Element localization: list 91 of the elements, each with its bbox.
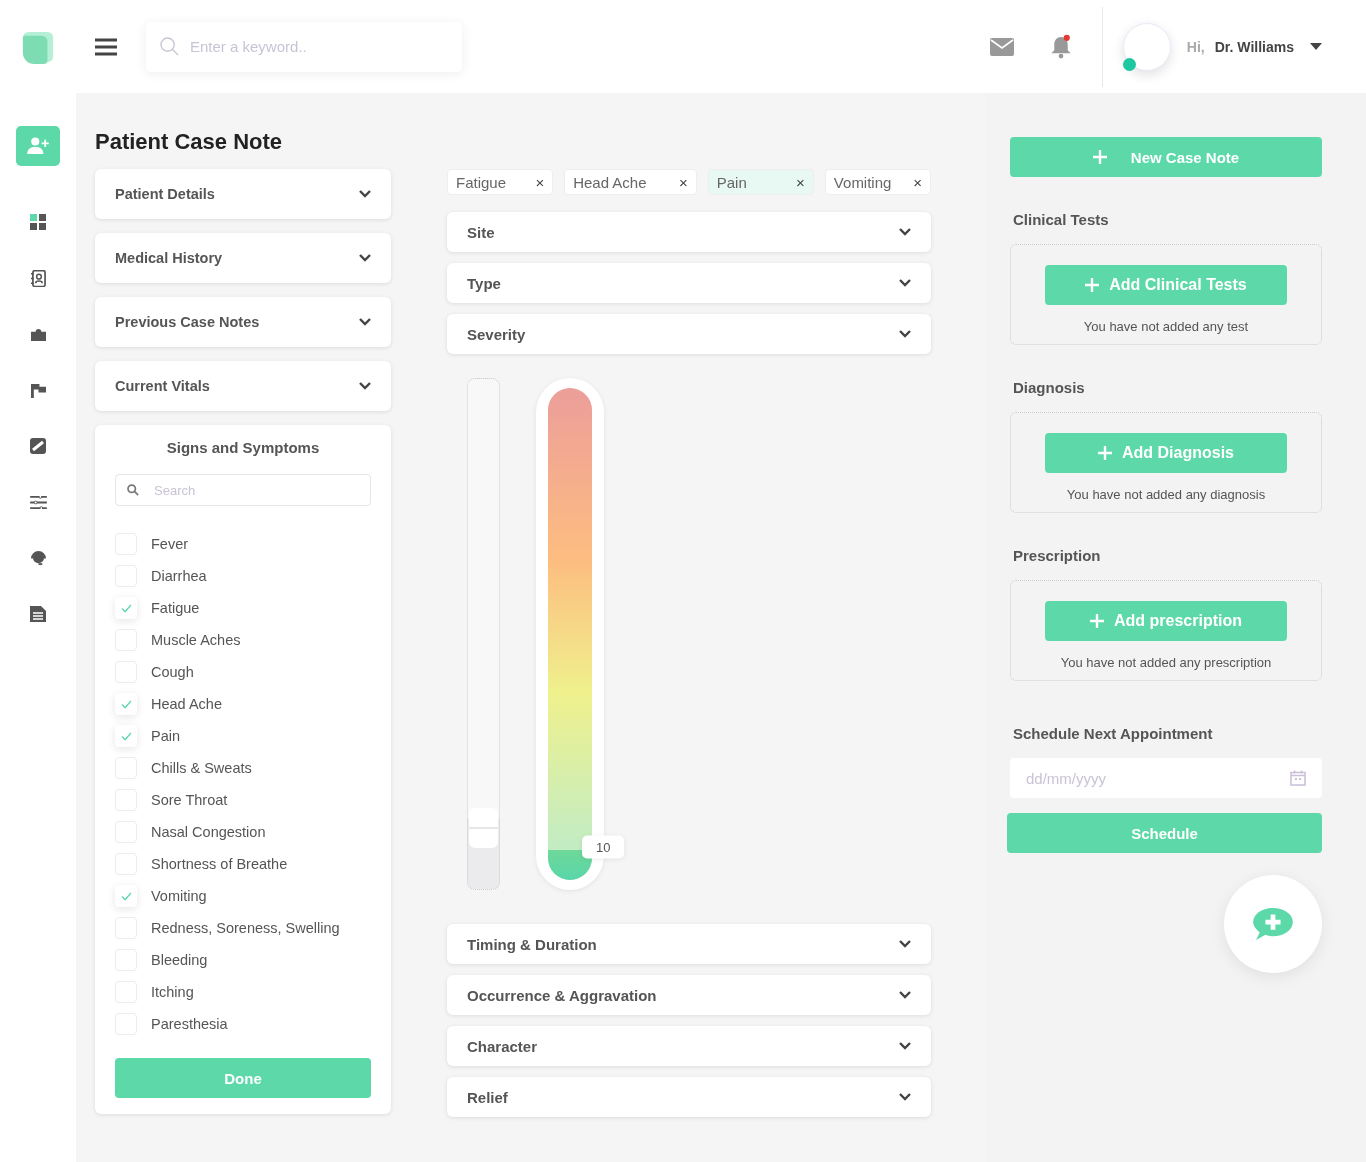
symptom-chip[interactable]: Vomiting × [824,169,931,195]
empty-message: You have not added any test [1082,319,1250,334]
symptom-label: Itching [151,984,194,1000]
symptom-label: Pain [151,728,181,744]
symptom-label: Diarrhea [151,568,207,584]
accordion-header[interactable]: Medical History [95,233,391,283]
accordion-header[interactable]: Patient Details [95,169,391,219]
bell-icon[interactable] [1049,34,1072,59]
chevron-icon [359,190,371,198]
symptom-label: Nasal Congestion [151,824,266,840]
symptom-label: Redness, Soreness, Swelling [151,920,340,936]
plus-icon [1098,446,1112,460]
empty-message: You have not added any prescription [1059,655,1273,670]
chip-label: Head Ache [573,173,647,191]
remove-button[interactable]: × [913,173,922,191]
check-icon [120,731,132,741]
gauge-reading: 10 [582,835,625,859]
search-icon [160,36,179,56]
symptom-label: Muscle Aches [151,632,241,648]
symptom-label: Sore Throat [151,792,228,808]
accordion-header[interactable]: Site [447,212,931,252]
section-title: Prescription [1013,547,1102,564]
symptom-label: Paresthesia [151,1016,228,1032]
symptom-label: Shortness of Breathe [151,856,288,872]
check-icon [120,699,132,709]
check-icon [120,603,132,613]
search-field[interactable]: Search [115,474,371,506]
accordion-header[interactable]: Relief [447,1077,931,1117]
accordion-header[interactable]: Occurrence & Aggravation [447,975,931,1015]
chevron-icon [359,254,371,262]
greeting-text: Hi, [1186,38,1205,55]
remove-button[interactable]: × [678,173,688,191]
accordion-header[interactable]: Character [447,1026,931,1066]
chevron-icon [899,940,911,948]
chevron-icon [899,1093,911,1101]
symptom-label: Fatigue [151,600,200,616]
add-user-icon [27,137,49,155]
symptom-chip[interactable]: Head Ache × [564,169,697,195]
caret-icon[interactable] [1310,43,1322,50]
symptom-label: Cough [151,664,194,680]
contact-book-icon [30,269,46,287]
chevron-icon [899,1042,911,1050]
bandage-icon [30,438,46,454]
logo-icon [21,30,55,66]
remove-button[interactable]: × [535,173,545,191]
section-title: Diagnosis [1013,379,1086,396]
flag-icon [29,382,47,398]
search-icon [127,484,139,496]
symptom-label: Bleeding [151,952,208,968]
symptom-chip[interactable]: Pain × [707,169,814,195]
avatar[interactable] [1122,22,1171,71]
chip-label: Vomiting [833,173,892,191]
symptom-chip[interactable]: Fatigue × [447,169,554,195]
accordion-header[interactable]: Timing & Duration [447,924,931,964]
chevron-icon [359,382,371,390]
accordion-header[interactable]: Current Vitals [95,361,391,411]
symptom-label: Head Ache [151,696,222,712]
search-field[interactable]: Enter a keyword.. [146,21,462,72]
mail-icon[interactable] [989,37,1014,56]
chevron-icon [899,330,911,338]
chevron-icon [899,279,911,287]
user-name[interactable]: Dr. Williams [1214,38,1294,55]
symptom-label: Vomiting [151,888,207,904]
sliders-icon [29,495,47,509]
plus-icon [1085,278,1100,292]
calendar-icon [1290,770,1306,786]
document-icon [30,606,46,622]
symptom-label: Fever [151,536,189,552]
empty-message: You have not added any diagnosis [1065,487,1267,502]
page-title: Patient Case Note [95,129,284,155]
slider-thumb[interactable] [469,808,498,849]
check-icon [120,891,132,901]
accordion-header[interactable]: Type [447,263,931,303]
section-title: Clinical Tests [1013,211,1110,228]
chevron-icon [899,991,911,999]
chat-plus-icon [1252,907,1294,941]
card-title: Signs and Symptoms [165,439,321,456]
menu-icon[interactable] [95,37,117,56]
section-title: Schedule Next Appointment [1013,725,1214,742]
chevron-icon [359,318,371,326]
chevron-icon [899,228,911,236]
chip-label: Pain [716,173,747,191]
plus-icon [1090,614,1104,628]
date-field[interactable]: dd/mm/yyyy [1010,758,1322,798]
dashboard-icon [30,214,46,230]
accordion-header[interactable]: Previous Case Notes [95,297,391,347]
plus-icon [1092,150,1107,164]
symptom-label: Chills & Sweats [151,760,252,776]
chip-label: Fatigue [456,173,507,191]
accordion-header[interactable]: Severity [447,314,931,354]
remove-button[interactable]: × [796,173,805,191]
